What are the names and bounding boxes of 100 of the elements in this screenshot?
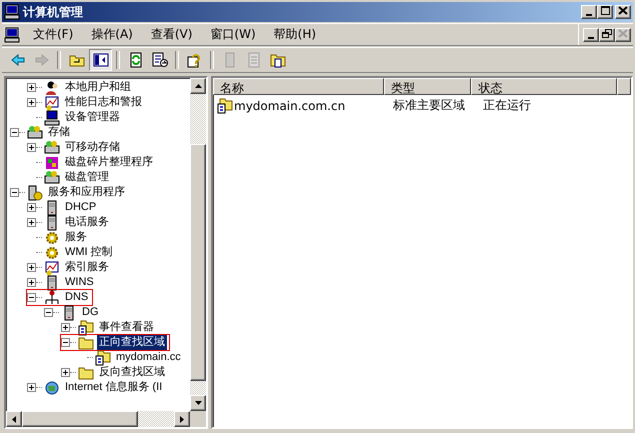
scroll-down-button[interactable] [190, 395, 206, 411]
minimize-icon [586, 14, 592, 16]
network-icon [44, 290, 60, 306]
scroll-right-button[interactable] [174, 411, 190, 427]
expand-icon[interactable] [27, 263, 36, 272]
maximize-icon [599, 5, 611, 16]
document-icon [4, 26, 20, 42]
expand-icon[interactable] [27, 98, 36, 107]
tree-item[interactable]: 电话服务 [63, 215, 111, 230]
tree-item[interactable]: 反向查找区域 [97, 365, 167, 380]
zone-file-icon [217, 98, 233, 114]
collapse-icon[interactable] [27, 293, 36, 302]
minimize-icon [588, 36, 594, 38]
forward-arrow-icon [34, 52, 50, 68]
drive-icon [27, 124, 43, 140]
column-header[interactable]: 名称 [213, 78, 384, 95]
drive-icon [44, 140, 60, 156]
tree-item[interactable]: 存储 [46, 125, 72, 140]
collapse-icon[interactable] [10, 128, 19, 137]
scroll-up-button[interactable] [190, 78, 206, 94]
chart-icon [44, 94, 60, 110]
right-arrow-icon [180, 416, 184, 422]
expand-icon[interactable] [61, 323, 70, 332]
horizontal-scrollbar[interactable] [6, 411, 190, 427]
minimize-button[interactable] [583, 28, 599, 42]
menu-item[interactable]: 文件(F) [26, 25, 80, 44]
chart-icon [44, 260, 60, 276]
menu-item[interactable]: 操作(A) [84, 25, 140, 44]
tree-item[interactable]: WMI 控制 [63, 245, 115, 260]
expand-icon[interactable] [27, 218, 36, 227]
tree-item[interactable]: 服务和应用程序 [46, 185, 127, 200]
folder-icon [78, 334, 94, 350]
tree-item[interactable]: DHCP [63, 200, 98, 215]
expand-icon[interactable] [27, 278, 36, 287]
tree-item[interactable]: 服务 [63, 230, 89, 245]
collapse-icon[interactable] [44, 308, 53, 317]
menu-item[interactable]: 查看(V) [144, 25, 200, 44]
restore-button[interactable] [599, 28, 615, 42]
drive-icon [44, 170, 60, 186]
menu-item[interactable]: 窗口(W) [203, 25, 263, 44]
column-header[interactable]: 类型 [384, 78, 472, 95]
gear-icon [44, 244, 60, 260]
back-arrow-icon [10, 52, 26, 68]
notepad-icon [246, 52, 262, 68]
folder-icon [78, 364, 94, 380]
scrollbar-thumb[interactable] [22, 411, 138, 427]
zone-file-icon [95, 350, 111, 366]
close-button[interactable] [615, 5, 631, 19]
menu-item[interactable]: 帮助(H) [266, 25, 324, 44]
globe-icon [44, 380, 60, 396]
close-icon [617, 28, 629, 38]
zone-file-icon [78, 320, 94, 336]
tree-item[interactable]: 磁盘管理 [63, 170, 111, 185]
status-cell: 正在运行 [483, 97, 531, 114]
tree-item[interactable]: 本地用户和组 [63, 80, 133, 95]
tree-item[interactable]: 性能日志和警报 [63, 95, 144, 110]
down-arrow-icon [194, 401, 202, 405]
window-title: 计算机管理 [23, 4, 84, 20]
help-icon [186, 52, 202, 68]
expand-icon[interactable] [27, 203, 36, 212]
restore-icon [601, 28, 613, 38]
app-icon [4, 4, 20, 20]
maximize-button[interactable] [597, 5, 613, 19]
left-arrow-icon [12, 416, 16, 422]
name-cell: mydomain.com.cn [234, 98, 346, 112]
tree-item[interactable]: 设备管理器 [63, 110, 122, 125]
console-tree-icon [92, 52, 108, 68]
expand-icon[interactable] [61, 368, 70, 377]
toolbar-button[interactable] [89, 49, 112, 71]
minimize-button[interactable] [581, 5, 597, 19]
scrollbar-thumb[interactable] [190, 144, 206, 381]
tree-item[interactable]: mydomain.cc [114, 350, 183, 365]
tree-item[interactable]: WINS [63, 275, 96, 290]
tree-item[interactable]: DNS [63, 290, 90, 305]
tree-item[interactable]: DG [80, 305, 100, 320]
tree-item[interactable]: 索引服务 [63, 260, 111, 275]
vertical-scrollbar[interactable] [190, 78, 206, 411]
collapse-icon[interactable] [10, 188, 19, 197]
users-icon [44, 80, 60, 96]
scrollbar-corner [190, 411, 206, 427]
server-gear-icon [27, 184, 43, 200]
tree-item[interactable]: 可移动存储 [63, 140, 122, 155]
column-header[interactable]: 状态 [471, 78, 617, 95]
gear-icon [44, 230, 60, 246]
computer-icon [44, 110, 60, 126]
scroll-left-button[interactable] [6, 411, 22, 427]
collapse-icon[interactable] [61, 338, 70, 347]
tree-item[interactable]: Internet 信息服务 (II [63, 380, 164, 395]
defrag-icon [44, 154, 60, 170]
type-cell: 标准主要区域 [393, 97, 465, 114]
up-arrow-icon [194, 84, 202, 88]
tree-item[interactable]: 事件查看器 [97, 320, 156, 335]
close-icon [617, 5, 629, 16]
expand-icon[interactable] [27, 143, 36, 152]
tree-item[interactable]: 磁盘碎片整理程序 [63, 155, 155, 170]
folder-document-icon [270, 52, 286, 68]
tree-item[interactable]: 正向查找区域 [97, 335, 167, 350]
refresh-icon [128, 52, 144, 68]
expand-icon[interactable] [27, 83, 36, 92]
expand-icon[interactable] [27, 383, 36, 392]
